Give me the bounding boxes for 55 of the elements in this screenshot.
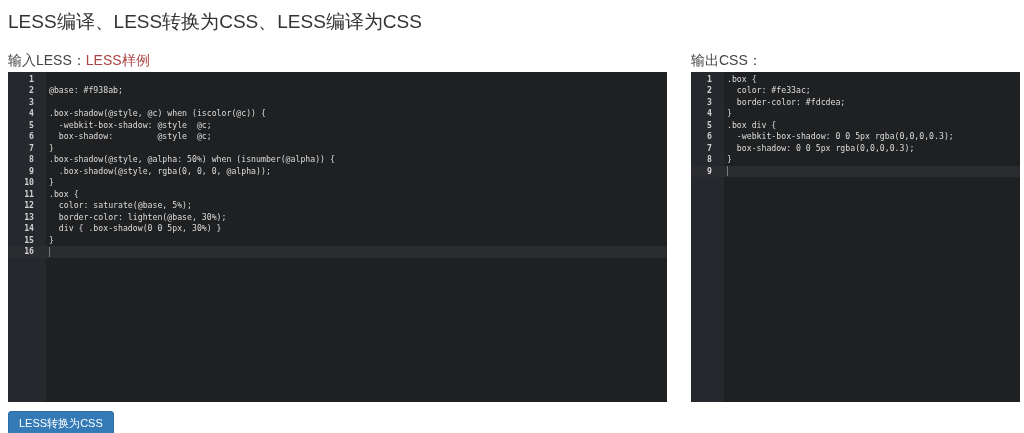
code-line: box-shadow: @style @c;: [57, 131, 212, 142]
line-number: 10: [24, 177, 34, 188]
line-number: 7: [707, 142, 712, 153]
line-number: 11: [24, 188, 34, 199]
line-number: 4: [29, 108, 34, 119]
line-number: 9: [707, 165, 712, 176]
code-line: color: #fe33ac;: [735, 85, 811, 96]
line-number: 15: [24, 234, 34, 245]
input-label: 输入LESS：: [8, 50, 86, 68]
code-line: .box-shadow(@style, @c) when (iscolor(@c)) {: [49, 108, 266, 119]
line-number: 2: [29, 85, 34, 96]
line-number: 6: [707, 131, 712, 142]
code-line: }: [49, 142, 54, 153]
code-line: .box div {: [727, 119, 777, 130]
line-number: 13: [24, 211, 34, 222]
code-line: .box {: [727, 73, 757, 84]
line-number: 4: [707, 108, 712, 119]
code-line: @base: #f938ab;: [49, 85, 123, 96]
code-line: }: [727, 108, 732, 119]
line-number: 9: [29, 165, 34, 176]
sample-link[interactable]: LESS样例: [85, 49, 150, 68]
line-number: 14: [24, 223, 34, 234]
line-number: 1: [29, 73, 34, 84]
text-cursor: [727, 166, 728, 177]
line-number: 5: [29, 119, 34, 130]
code-line: -webkit-box-shadow: @style @c;: [57, 119, 212, 130]
text-cursor: [49, 246, 50, 257]
line-number: 1: [707, 73, 712, 84]
code-line: }: [49, 234, 54, 245]
code-line: .box-shadow(@style, rgba(0, 0, 0, @alpha));: [57, 165, 271, 176]
code-line: border-color: #fdcdea;: [735, 96, 846, 107]
code-line: border-color: lighten(@base, 30%);: [57, 211, 227, 222]
line-number: 6: [29, 131, 34, 142]
css-editor[interactable]: 1 2 3 4 5 6 7 8 9 .box { color: #fe33ac; border-color: #fdcdea; } .box div { -webkit-box-shadow: 0 0 5px rgba(0,0,0,0.3); box-shadow: 0 0 5px rgba(0,0,0,0.3); }: [691, 71, 1020, 402]
code-line: }: [49, 177, 54, 188]
code-line: color: saturate(@base, 5%);: [57, 200, 192, 211]
line-number: 8: [29, 154, 34, 165]
page-title: LESS编译、LESS转换为CSS、LESS编译为CSS: [7, 10, 423, 34]
line-number: 16: [24, 246, 34, 257]
line-number: 2: [707, 85, 712, 96]
less-editor[interactable]: [8, 71, 667, 402]
output-label: 输出CSS：: [691, 50, 762, 68]
code-line: .box {: [49, 188, 79, 199]
code-line: box-shadow: 0 0 5px rgba(0,0,0,0.3);: [735, 142, 915, 153]
line-number: 7: [29, 142, 34, 153]
line-number: 5: [707, 119, 712, 130]
code-line: div { .box-shadow(0 0 5px, 30%) }: [57, 223, 222, 234]
line-number: 3: [29, 96, 34, 107]
line-number: 8: [707, 154, 712, 165]
code-line: }: [727, 154, 732, 165]
line-number: 12: [24, 200, 34, 211]
code-line: -webkit-box-shadow: 0 0 5px rgba(0,0,0,0.3);: [735, 131, 954, 142]
code-line: .box-shadow(@style, @alpha: 50%) when (isnumber(@alpha)) {: [49, 154, 335, 165]
line-number: 3: [707, 96, 712, 107]
convert-button[interactable]: LESS转换为CSS: [8, 410, 114, 433]
